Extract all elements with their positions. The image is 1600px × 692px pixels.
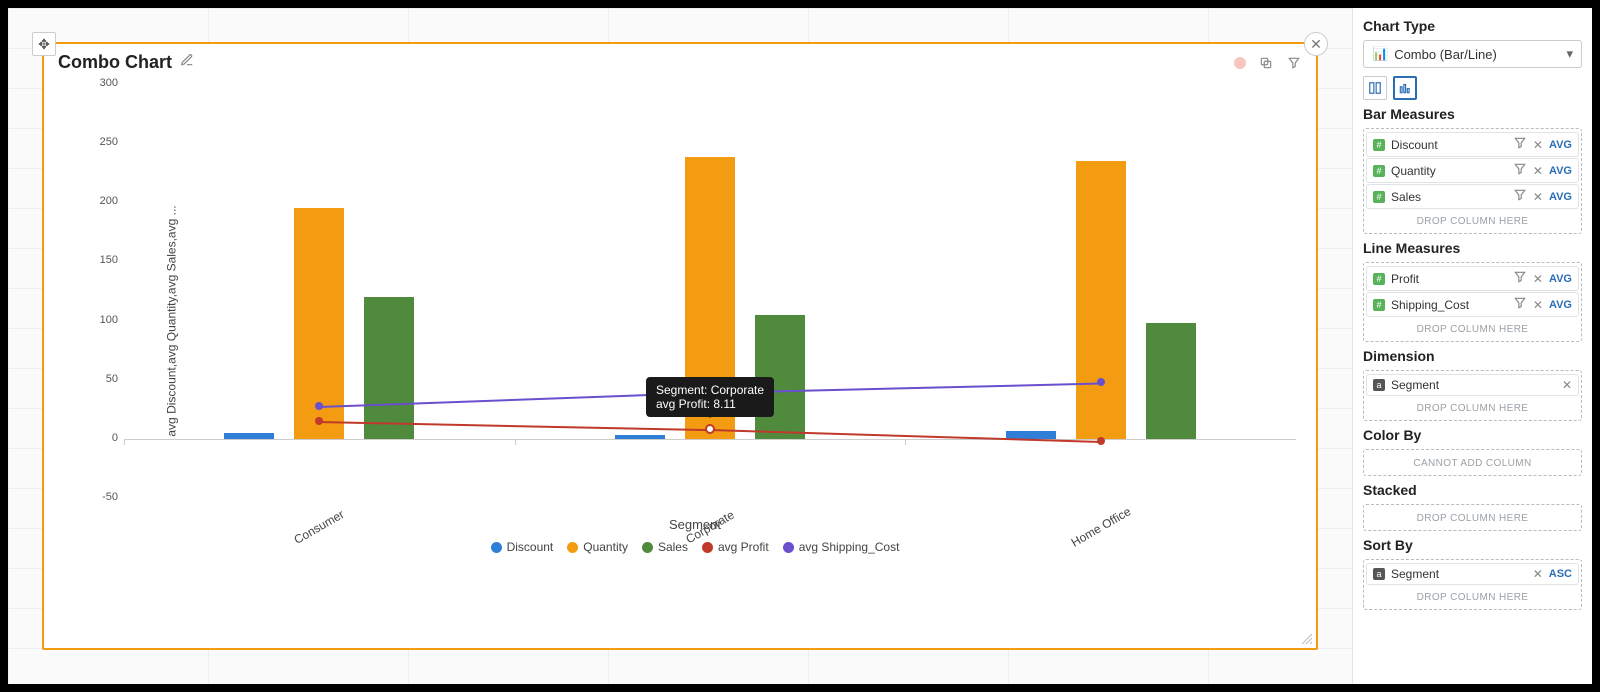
pill-shipping[interactable]: #Shipping_Cost ✕AVG bbox=[1366, 292, 1579, 317]
drop-hint: DROP COLUMN HERE bbox=[1366, 210, 1579, 231]
remove-icon[interactable]: ✕ bbox=[1533, 298, 1543, 312]
agg-button[interactable]: AVG bbox=[1549, 139, 1572, 151]
zero-baseline bbox=[124, 439, 1296, 440]
sort-by-label: Sort By bbox=[1363, 537, 1582, 553]
drop-hint: DROP COLUMN HERE bbox=[1366, 507, 1579, 528]
y-tick-label: -50 bbox=[84, 491, 118, 503]
mode-chart-button[interactable] bbox=[1393, 76, 1417, 100]
bar-discount[interactable] bbox=[615, 435, 665, 439]
bar-measures-dropzone[interactable]: #Discount ✕AVG #Quantity ✕AVG #Sales ✕AV… bbox=[1363, 128, 1582, 234]
remove-icon[interactable]: ✕ bbox=[1533, 272, 1543, 286]
resize-handle-icon[interactable] bbox=[1300, 632, 1314, 646]
line-point[interactable] bbox=[315, 417, 323, 425]
bar-quantity[interactable] bbox=[1076, 161, 1126, 439]
dimension-dropzone[interactable]: aSegment ✕ DROP COLUMN HERE bbox=[1363, 370, 1582, 421]
x-axis-label: Segment bbox=[84, 517, 1306, 532]
y-tick-label: 200 bbox=[84, 195, 118, 207]
y-tick-label: 50 bbox=[84, 373, 118, 385]
copy-icon[interactable] bbox=[1258, 55, 1274, 71]
status-dot-icon bbox=[1234, 57, 1246, 69]
bar-discount[interactable] bbox=[224, 433, 274, 439]
config-panel: Chart Type 📊Combo (Bar/Line) ▾ Bar Measu… bbox=[1352, 8, 1592, 684]
move-handle-icon[interactable]: ✥ bbox=[32, 32, 56, 56]
pill-sales[interactable]: #Sales ✕AVG bbox=[1366, 184, 1579, 209]
legend: Discount Quantity Sales avg Profit avg S… bbox=[84, 540, 1306, 554]
pill-profit[interactable]: #Profit ✕AVG bbox=[1366, 266, 1579, 291]
color-by-label: Color By bbox=[1363, 427, 1582, 443]
legend-item-profit[interactable]: avg Profit bbox=[702, 540, 769, 554]
y-tick-label: 100 bbox=[84, 314, 118, 326]
chart-type-select[interactable]: 📊Combo (Bar/Line) ▾ bbox=[1363, 40, 1582, 68]
edit-title-icon[interactable] bbox=[180, 53, 194, 72]
filter-icon[interactable] bbox=[1513, 162, 1527, 179]
close-icon[interactable]: ✕ bbox=[1304, 32, 1328, 56]
drop-hint: DROP COLUMN HERE bbox=[1366, 397, 1579, 418]
bar-sales[interactable] bbox=[364, 297, 414, 439]
pill-segment-dim[interactable]: aSegment ✕ bbox=[1366, 374, 1579, 396]
line-point[interactable] bbox=[1097, 378, 1105, 386]
bar-sales[interactable] bbox=[1146, 323, 1196, 439]
filter-icon[interactable] bbox=[1513, 188, 1527, 205]
legend-item-discount[interactable]: Discount bbox=[491, 540, 554, 554]
mode-table-button[interactable] bbox=[1363, 76, 1387, 100]
filter-icon[interactable] bbox=[1286, 55, 1302, 71]
line-measures-label: Line Measures bbox=[1363, 240, 1582, 256]
bar-quantity[interactable] bbox=[685, 157, 735, 439]
remove-icon[interactable]: ✕ bbox=[1562, 378, 1572, 392]
line-point[interactable] bbox=[315, 402, 323, 410]
agg-button[interactable]: AVG bbox=[1549, 299, 1572, 311]
line-point[interactable] bbox=[706, 388, 714, 396]
remove-icon[interactable]: ✕ bbox=[1533, 567, 1543, 581]
sort-by-dropzone[interactable]: aSegment ✕ASC DROP COLUMN HERE bbox=[1363, 559, 1582, 610]
pill-quantity[interactable]: #Quantity ✕AVG bbox=[1366, 158, 1579, 183]
line-point[interactable] bbox=[1097, 437, 1105, 445]
agg-button[interactable]: AVG bbox=[1549, 165, 1572, 177]
chart-body: avg Discount,avg Quantity,avg Sales,avg … bbox=[84, 84, 1306, 558]
cannot-add-hint: CANNOT ADD COLUMN bbox=[1366, 452, 1579, 473]
sort-order-button[interactable]: ASC bbox=[1549, 568, 1572, 580]
stacked-label: Stacked bbox=[1363, 482, 1582, 498]
agg-button[interactable]: AVG bbox=[1549, 273, 1572, 285]
drop-hint: DROP COLUMN HERE bbox=[1366, 318, 1579, 339]
remove-icon[interactable]: ✕ bbox=[1533, 190, 1543, 204]
legend-item-sales[interactable]: Sales bbox=[642, 540, 688, 554]
line-measures-dropzone[interactable]: #Profit ✕AVG #Shipping_Cost ✕AVG DROP CO… bbox=[1363, 262, 1582, 342]
y-tick-label: 300 bbox=[84, 77, 118, 89]
color-by-dropzone: CANNOT ADD COLUMN bbox=[1363, 449, 1582, 476]
stacked-dropzone[interactable]: DROP COLUMN HERE bbox=[1363, 504, 1582, 531]
filter-icon[interactable] bbox=[1513, 136, 1527, 153]
combo-chart-icon: 📊 bbox=[1372, 46, 1388, 62]
filter-icon[interactable] bbox=[1513, 296, 1527, 313]
plot-area[interactable]: -50050100150200250300ConsumerCorporateHo… bbox=[124, 84, 1296, 498]
chevron-down-icon: ▾ bbox=[1566, 46, 1573, 62]
remove-icon[interactable]: ✕ bbox=[1533, 138, 1543, 152]
y-tick-label: 250 bbox=[84, 136, 118, 148]
bar-sales[interactable] bbox=[755, 315, 805, 439]
filter-icon[interactable] bbox=[1513, 270, 1527, 287]
dimension-label: Dimension bbox=[1363, 348, 1582, 364]
chart-type-label: Chart Type bbox=[1363, 18, 1582, 34]
bar-measures-label: Bar Measures bbox=[1363, 106, 1582, 122]
agg-button[interactable]: AVG bbox=[1549, 191, 1572, 203]
pill-discount[interactable]: #Discount ✕AVG bbox=[1366, 132, 1579, 157]
pill-sort-segment[interactable]: aSegment ✕ASC bbox=[1366, 563, 1579, 585]
chart-card[interactable]: ✥ ✕ Combo Chart bbox=[42, 42, 1318, 650]
canvas-area: ✥ ✕ Combo Chart bbox=[8, 8, 1352, 684]
legend-item-shipping[interactable]: avg Shipping_Cost bbox=[783, 540, 900, 554]
legend-item-quantity[interactable]: Quantity bbox=[567, 540, 628, 554]
y-tick-label: 150 bbox=[84, 254, 118, 266]
drop-hint: DROP COLUMN HERE bbox=[1366, 586, 1579, 607]
y-tick-label: 0 bbox=[84, 432, 118, 444]
remove-icon[interactable]: ✕ bbox=[1533, 164, 1543, 178]
chart-title: Combo Chart bbox=[58, 52, 172, 73]
